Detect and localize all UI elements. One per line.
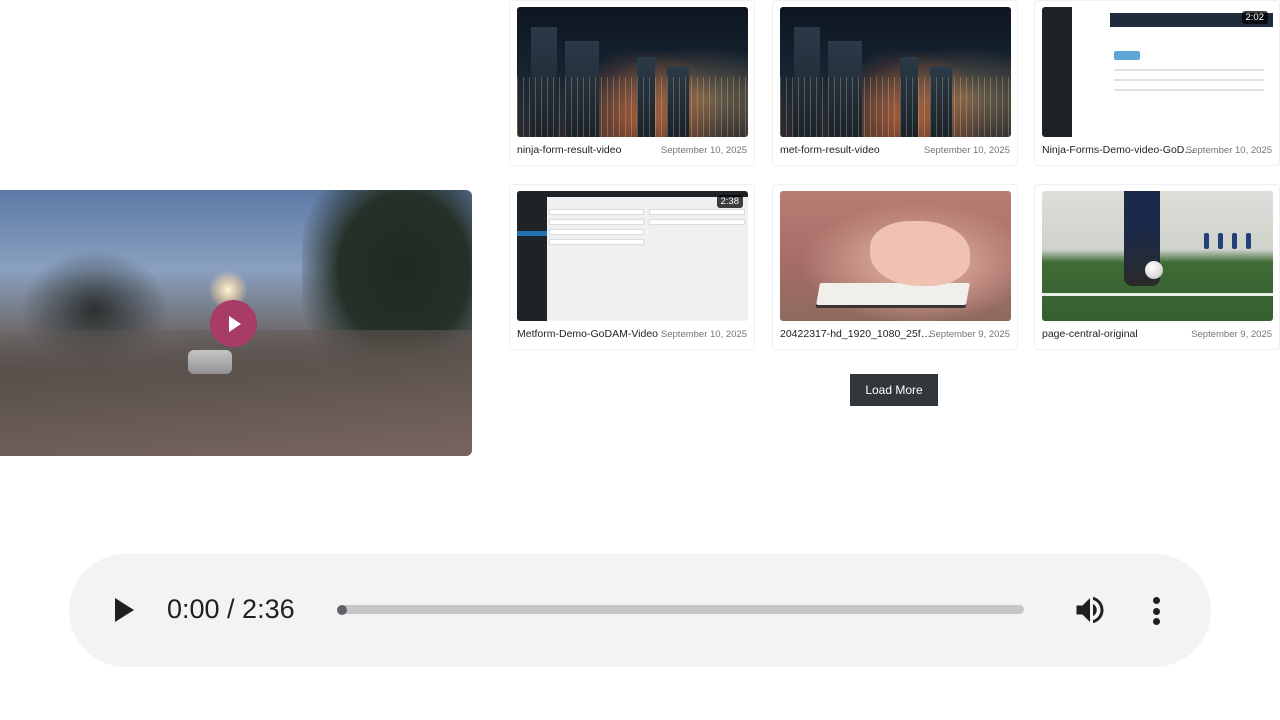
video-frame-car xyxy=(188,350,232,374)
audio-progress-track[interactable] xyxy=(341,605,1024,614)
video-date: September 10, 2025 xyxy=(1185,145,1272,156)
video-title[interactable]: 20422317-hd_1920_1080_25fps-o... xyxy=(780,328,935,340)
video-card[interactable]: 2:38 Metform-Demo-GoDAM-Video September … xyxy=(509,184,755,350)
video-thumbnail[interactable] xyxy=(780,7,1011,137)
video-thumbnail[interactable] xyxy=(1042,191,1273,321)
video-date: September 10, 2025 xyxy=(660,329,747,340)
play-icon xyxy=(115,598,134,622)
video-title[interactable]: page-central-original xyxy=(1042,328,1138,340)
video-title[interactable]: met-form-result-video xyxy=(780,144,880,156)
volume-icon xyxy=(1076,596,1104,624)
video-thumbnail[interactable] xyxy=(780,191,1011,321)
featured-video-player[interactable] xyxy=(0,190,472,456)
play-icon xyxy=(229,315,241,332)
video-card[interactable]: page-central-original September 9, 2025 xyxy=(1034,184,1280,350)
video-title[interactable]: Ninja-Forms-Demo-video-GoDAM xyxy=(1042,144,1197,156)
video-duration-badge: 2:02 xyxy=(1241,11,1268,24)
audio-player: 0:00 / 2:36 xyxy=(69,554,1211,667)
video-date: September 9, 2025 xyxy=(1191,329,1272,340)
video-duration-badge: 2:38 xyxy=(716,195,743,208)
video-card[interactable]: 20422317-hd_1920_1080_25fps-o... Septemb… xyxy=(772,184,1018,350)
volume-button[interactable] xyxy=(1071,592,1109,628)
more-options-button[interactable] xyxy=(1146,594,1166,628)
more-vertical-icon xyxy=(1152,597,1160,604)
video-thumbnail[interactable] xyxy=(517,7,748,137)
video-title[interactable]: ninja-form-result-video xyxy=(517,144,621,156)
featured-play-button[interactable] xyxy=(210,300,257,347)
video-date: September 10, 2025 xyxy=(923,145,1010,156)
video-card[interactable]: ninja-form-result-video September 10, 20… xyxy=(509,0,755,166)
video-card[interactable]: 2:02 Ninja-Forms-Demo-video-GoDAM Septem… xyxy=(1034,0,1280,166)
load-more-button[interactable]: Load More xyxy=(850,374,938,406)
video-card[interactable]: met-form-result-video September 10, 2025 xyxy=(772,0,1018,166)
video-thumbnail[interactable]: 2:02 xyxy=(1042,7,1273,137)
video-date: September 10, 2025 xyxy=(660,145,747,156)
video-frame-road xyxy=(0,330,472,456)
audio-play-button[interactable] xyxy=(113,596,137,624)
video-thumbnail[interactable]: 2:38 xyxy=(517,191,748,321)
video-title[interactable]: Metform-Demo-GoDAM-Video xyxy=(517,328,658,340)
video-date: September 9, 2025 xyxy=(929,329,1010,340)
audio-time-display: 0:00 / 2:36 xyxy=(167,594,295,624)
audio-progress-thumb[interactable] xyxy=(337,605,347,615)
